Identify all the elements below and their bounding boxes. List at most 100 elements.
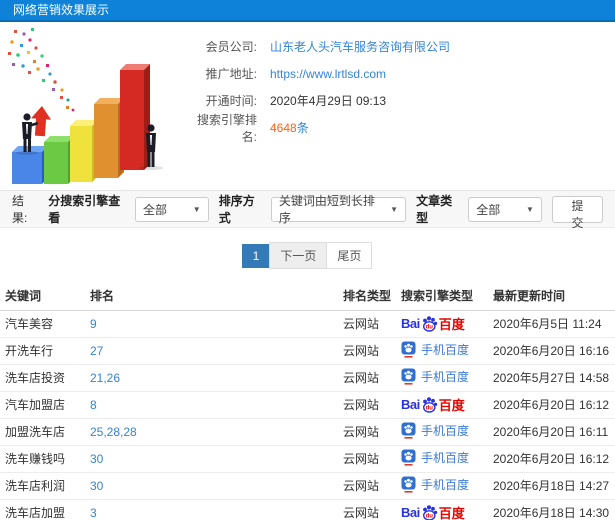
- up-arrow-icon: [31, 106, 52, 137]
- baidu-mobile-icon: [401, 422, 416, 439]
- pagination: 1 下一页 尾页: [0, 228, 615, 281]
- baidu-mobile-label: 手机百度: [421, 369, 470, 384]
- ranking-count-unit: 条: [296, 121, 309, 135]
- rank-type-cell: 云网站: [343, 337, 401, 365]
- baidu-logo-cn: 百度: [438, 317, 465, 332]
- rank-cell[interactable]: 25,28,28: [90, 418, 343, 446]
- engine-filter-value: 全部: [143, 202, 168, 217]
- info-value: 2020年4月29日 09:13: [270, 94, 387, 108]
- page: 网络营销效果展示 会员公司: 山东老人头汽车服务咨询有限公司 推广地址: htt…: [0, 0, 615, 520]
- sort-value: 关键词由短到长排序: [278, 194, 375, 225]
- rank-cell[interactable]: 3: [90, 499, 343, 520]
- info-label: 搜索引擎排名:: [196, 112, 257, 144]
- keyword-cell: 汽车美容: [0, 310, 90, 338]
- table-row: 洗车店加盟 3 云网站 Bai du 百度 2020年6月18日 14:30: [0, 499, 615, 520]
- info-label: 推广地址:: [205, 67, 257, 81]
- chevron-down-icon: ▼: [192, 204, 201, 214]
- baidu-logo-cn: 百度: [438, 398, 465, 413]
- updated-time-cell: 2020年6月20日 16:12: [493, 391, 615, 419]
- baidu-logo: Bai du 百度: [401, 395, 465, 414]
- table-row: 洗车店投资 21,26 云网站 手机百度 2020年5月27日 14:58: [0, 364, 615, 392]
- baidu-mobile-badge: 手机百度: [401, 341, 469, 358]
- last-page-button[interactable]: 尾页: [326, 242, 373, 269]
- baidu-logo: Bai du 百度: [401, 503, 465, 520]
- baidu-mobile-label: 手机百度: [421, 423, 470, 438]
- rank-type-cell: 云网站: [343, 418, 401, 446]
- baidu-logo-bai: Bai: [401, 316, 420, 331]
- table-row: 汽车美容 9 云网站 Bai du 百度 2020年6月5日 11:24: [0, 310, 615, 338]
- baidu-mobile-badge: 手机百度: [401, 449, 469, 466]
- keyword-cell: 汽车加盟店: [0, 391, 90, 419]
- rank-type-cell: 云网站: [343, 310, 401, 338]
- baidu-mobile-badge: 手机百度: [401, 422, 469, 439]
- chevron-down-icon: ▼: [525, 204, 534, 214]
- engine-cell: 手机百度: [401, 472, 493, 500]
- rank-cell[interactable]: 8: [90, 391, 343, 419]
- baidu-mobile-label: 手机百度: [421, 450, 470, 465]
- column-header-5: 最新更新时间: [493, 281, 615, 311]
- rank-cell[interactable]: 30: [90, 445, 343, 473]
- engine-filter-select[interactable]: 全部 ▼: [135, 196, 209, 222]
- keyword-cell: 洗车店投资: [0, 364, 90, 392]
- baidu-mobile-label: 手机百度: [421, 342, 470, 357]
- rank-type-cell: 云网站: [343, 499, 401, 520]
- info-value[interactable]: https://www.lrtlsd.com: [270, 67, 386, 81]
- rank-type-cell: 云网站: [343, 391, 401, 419]
- updated-time-cell: 2020年6月5日 11:24: [493, 310, 615, 338]
- info-row: 推广地址: https://www.lrtlsd.com: [185, 60, 615, 87]
- table-row: 洗车店利润 30 云网站 手机百度 2020年6月18日 14:27: [0, 472, 615, 500]
- engine-cell: 手机百度: [401, 418, 493, 446]
- engine-cell: 手机百度: [401, 337, 493, 365]
- svg-text:du: du: [425, 514, 433, 520]
- baidu-logo-bai: Bai: [401, 505, 420, 520]
- engine-filter-label: 分搜索引擎查看: [48, 194, 121, 225]
- info-value[interactable]: 山东老人头汽车服务咨询有限公司: [270, 38, 450, 55]
- results-table: 关键词 排名 排名类型 搜索引擎类型 最新更新时间 汽车美容 9 云网站 Bai du 百度 202…: [0, 281, 615, 520]
- baidu-logo: Bai du 百度: [401, 314, 465, 333]
- info-label: 会员公司:: [205, 40, 257, 54]
- sort-select[interactable]: 关键词由短到长排序 ▼: [270, 194, 407, 225]
- table-row: 汽车加盟店 8 云网站 Bai du 百度 2020年6月20日 16:12: [0, 391, 615, 419]
- next-page-button[interactable]: 下一页: [269, 242, 328, 269]
- updated-time-cell: 2020年5月27日 14:58: [493, 364, 615, 392]
- keyword-cell: 洗车店加盟: [0, 499, 90, 520]
- baidu-logo-bai: Bai: [401, 397, 420, 412]
- ranking-count: 4648: [270, 121, 297, 135]
- submit-button[interactable]: 提交: [551, 195, 603, 230]
- baidu-mobile-badge: 手机百度: [401, 368, 469, 385]
- rank-cell[interactable]: 30: [90, 472, 343, 500]
- marketing-illustration: [0, 22, 185, 190]
- column-header-4: 搜索引擎类型: [401, 281, 493, 311]
- rank-cell[interactable]: 21,26: [90, 364, 343, 392]
- baidu-mobile-label: 手机百度: [421, 477, 470, 492]
- result-label: 结果:: [12, 194, 28, 225]
- engine-cell: 手机百度: [401, 445, 493, 473]
- baidu-mobile-icon: [401, 449, 416, 466]
- rank-cell[interactable]: 27: [90, 337, 343, 365]
- page-1-button[interactable]: 1: [241, 244, 271, 268]
- baidu-paw-icon: du: [422, 316, 437, 332]
- keyword-cell: 开洗车行: [0, 337, 90, 365]
- baidu-logo-cn: 百度: [438, 506, 465, 520]
- rank-cell[interactable]: 9: [90, 310, 343, 338]
- keyword-cell: 洗车赚钱吗: [0, 445, 90, 473]
- article-type-label: 文章类型: [416, 194, 453, 225]
- filter-bar: 结果: 分搜索引擎查看 全部 ▼ 排序方式 关键词由短到长排序 ▼ 文章类型 全…: [0, 190, 615, 230]
- info-value: 4648条: [270, 119, 309, 136]
- updated-time-cell: 2020年6月20日 16:12: [493, 445, 615, 473]
- article-type-value: 全部: [476, 202, 501, 217]
- column-header-1: 关键词: [0, 281, 90, 311]
- table-row: 开洗车行 27 云网站 手机百度 2020年6月20日 16:16: [0, 337, 615, 365]
- article-type-select[interactable]: 全部 ▼: [468, 196, 542, 222]
- page-title: 网络营销效果展示: [13, 3, 110, 17]
- updated-time-cell: 2020年6月20日 16:11: [493, 418, 615, 446]
- engine-cell: 手机百度: [401, 364, 493, 392]
- engine-cell: Bai du 百度: [401, 310, 493, 338]
- bar-chart-illustration: [8, 28, 163, 184]
- rank-type-cell: 云网站: [343, 364, 401, 392]
- table-header-row: 关键词 排名 排名类型 搜索引擎类型 最新更新时间: [0, 281, 615, 311]
- svg-text:du: du: [425, 325, 433, 331]
- table-row: 加盟洗车店 25,28,28 云网站 手机百度 2020年6月20日 16:11: [0, 418, 615, 446]
- page-header: 网络营销效果展示: [0, 0, 615, 22]
- baidu-mobile-badge: 手机百度: [401, 476, 469, 493]
